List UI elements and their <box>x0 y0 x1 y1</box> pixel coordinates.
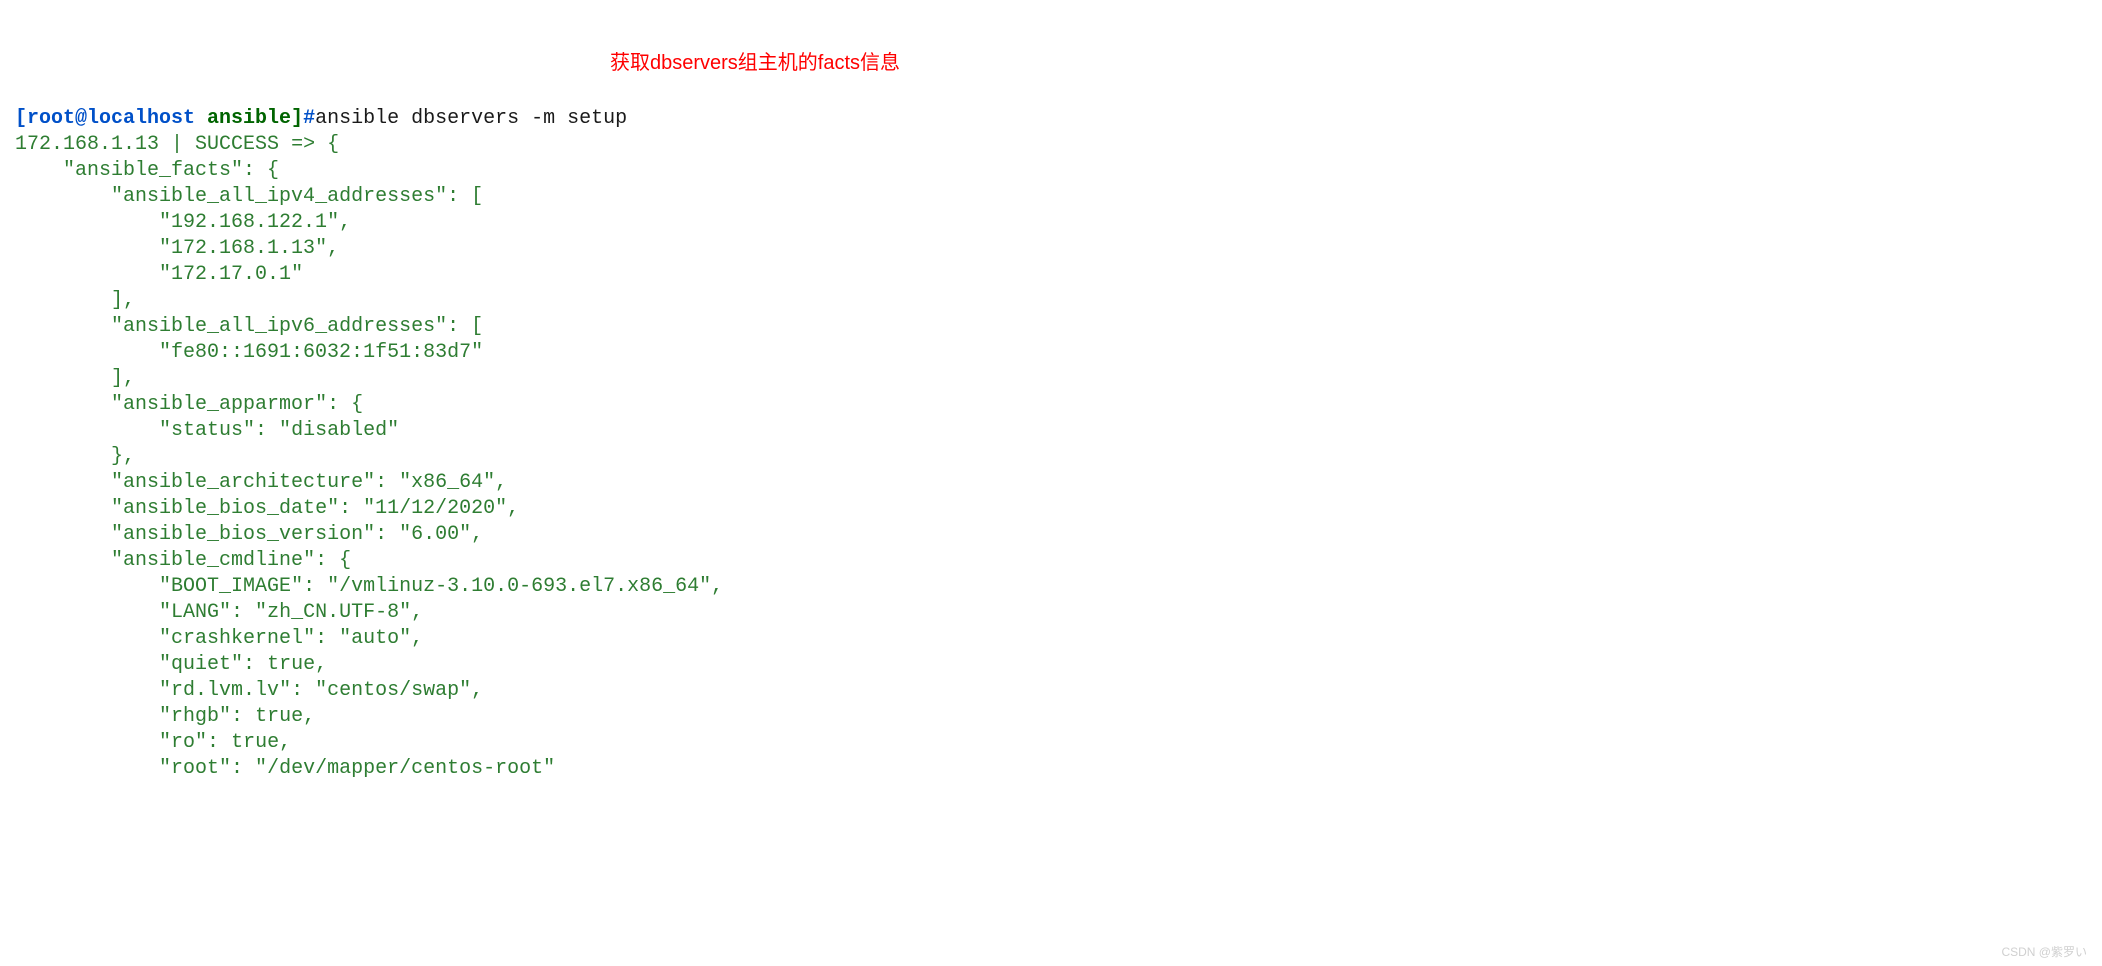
result-ip: 172.168.1.13 <box>15 133 159 156</box>
quiet-key: quiet <box>171 653 231 676</box>
boot-image-key: BOOT_IMAGE <box>171 575 291 598</box>
root-val: /dev/mapper/centos-root <box>267 757 543 780</box>
command-text[interactable]: ansible dbservers -m setup <box>315 107 627 130</box>
json-line: "192.168.122.1", <box>15 211 351 234</box>
rhgb-key: rhgb <box>171 705 219 728</box>
json-line: "172.168.1.13", <box>15 237 339 260</box>
json-line: "ro": true, <box>15 731 291 754</box>
json-line: "ansible_facts": { <box>15 159 279 182</box>
json-line: "ansible_bios_version": "6.00", <box>15 523 483 546</box>
json-line: "ansible_cmdline": { <box>15 549 351 572</box>
lang-val: zh_CN.UTF-8 <box>267 601 399 624</box>
json-line: "status": "disabled" <box>15 419 399 442</box>
ro-val: true <box>231 731 279 754</box>
json-line: "fe80::1691:6032:1f51:83d7" <box>15 341 483 364</box>
quiet-val: true <box>267 653 315 676</box>
json-line: "rd.lvm.lv": "centos/swap", <box>15 679 483 702</box>
json-line: "rhgb": true, <box>15 705 315 728</box>
json-line: "root": "/dev/mapper/centos-root" <box>15 757 555 780</box>
watermark: CSDN @紫罗い <box>2001 945 2087 961</box>
json-line: "LANG": "zh_CN.UTF-8", <box>15 601 423 624</box>
json-line: ], <box>15 367 135 390</box>
ipv4-addr-0: 192.168.122.1 <box>171 211 327 234</box>
apparmor-key: ansible_apparmor <box>123 393 315 416</box>
lang-key: LANG <box>171 601 219 624</box>
json-line: "ansible_apparmor": { <box>15 393 363 416</box>
ipv4-key: ansible_all_ipv4_addresses <box>123 185 435 208</box>
crashkernel-key: crashkernel <box>171 627 303 650</box>
crashkernel-val: auto <box>351 627 399 650</box>
arch-key: ansible_architecture <box>123 471 363 494</box>
bios-date-key: ansible_bios_date <box>123 497 327 520</box>
json-line: "ansible_architecture": "x86_64", <box>15 471 507 494</box>
prompt-cwd: ansible] <box>195 107 303 130</box>
annotation-text: 获取dbservers组主机的facts信息 <box>610 50 900 76</box>
terminal-prompt: [root@localhost ansible]# <box>15 107 315 130</box>
apparmor-status-key: status <box>171 419 243 442</box>
cmdline-key: ansible_cmdline <box>123 549 303 572</box>
root-key: root <box>171 757 219 780</box>
json-line: "ansible_all_ipv6_addresses": [ <box>15 315 483 338</box>
json-line: }, <box>15 445 135 468</box>
ipv6-addr-0: fe80::1691:6032:1f51:83d7 <box>171 341 471 364</box>
result-status: SUCCESS <box>195 133 279 156</box>
rd-lvm-lv-val: centos/swap <box>327 679 459 702</box>
rd-lvm-lv-key: rd.lvm.lv <box>171 679 279 702</box>
ipv4-addr-1: 172.168.1.13 <box>171 237 315 260</box>
ipv6-key: ansible_all_ipv6_addresses <box>123 315 435 338</box>
json-line: "BOOT_IMAGE": "/vmlinuz-3.10.0-693.el7.x… <box>15 575 723 598</box>
prompt-hash: # <box>303 107 315 130</box>
result-host-line: 172.168.1.13 | SUCCESS => { <box>15 133 339 156</box>
json-line: "quiet": true, <box>15 653 327 676</box>
bios-ver-key: ansible_bios_version <box>123 523 363 546</box>
json-line: "172.17.0.1" <box>15 263 303 286</box>
json-line: ], <box>15 289 135 312</box>
bios-ver-val: 6.00 <box>411 523 459 546</box>
rhgb-val: true <box>255 705 303 728</box>
facts-key: ansible_facts <box>75 159 231 182</box>
bios-date-val: 11/12/2020 <box>375 497 495 520</box>
arch-val: x86_64 <box>411 471 483 494</box>
boot-image-val: /vmlinuz-3.10.0-693.el7.x86_64 <box>339 575 699 598</box>
json-line: "crashkernel": "auto", <box>15 627 423 650</box>
json-line: "ansible_all_ipv4_addresses": [ <box>15 185 483 208</box>
apparmor-status-val: disabled <box>291 419 387 442</box>
ipv4-addr-2: 172.17.0.1 <box>171 263 291 286</box>
prompt-user: [root@localhost <box>15 107 195 130</box>
ro-key: ro <box>171 731 195 754</box>
json-line: "ansible_bios_date": "11/12/2020", <box>15 497 519 520</box>
